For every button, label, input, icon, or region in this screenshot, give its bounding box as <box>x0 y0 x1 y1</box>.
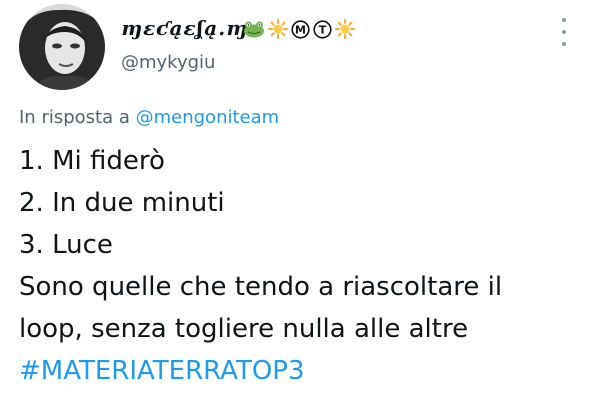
frog-icon <box>243 20 265 42</box>
reply-context: In risposta a @mengoniteam <box>19 107 279 128</box>
circled-t-icon: T <box>313 19 332 43</box>
avatar-photo <box>19 4 105 90</box>
tweet-line: 1. Mi fiderò <box>19 146 165 176</box>
circled-m-icon: M <box>291 19 310 43</box>
tweet-line: Sono quelle che tendo a riascoltare il <box>19 272 503 302</box>
tweet-line: loop, senza togliere nulla alle altre <box>19 314 469 344</box>
display-name-icons: M T <box>243 19 355 43</box>
tweet-line: 3. Luce <box>19 230 113 260</box>
circled-t-letter: T <box>319 23 327 36</box>
more-options-icon[interactable] <box>556 18 572 46</box>
tweet-text: 1. Mi fiderò 2. In due minuti 3. Luce So… <box>19 140 589 392</box>
reply-prefix: In risposta a <box>19 107 130 128</box>
hashtag-link[interactable]: #MATERIATERRATOP3 <box>19 350 589 392</box>
sun-icon <box>268 19 288 43</box>
user-handle[interactable]: @mykygiu <box>121 52 215 73</box>
circled-m-letter: M <box>295 23 306 36</box>
sun-icon <box>335 19 355 43</box>
display-name[interactable]: ɱɛƈąɛʆą.ɱ. <box>121 16 256 40</box>
reply-mention-link[interactable]: @mengoniteam <box>136 107 280 128</box>
tweet-line: 2. In due minuti <box>19 188 225 218</box>
avatar[interactable] <box>19 4 105 90</box>
